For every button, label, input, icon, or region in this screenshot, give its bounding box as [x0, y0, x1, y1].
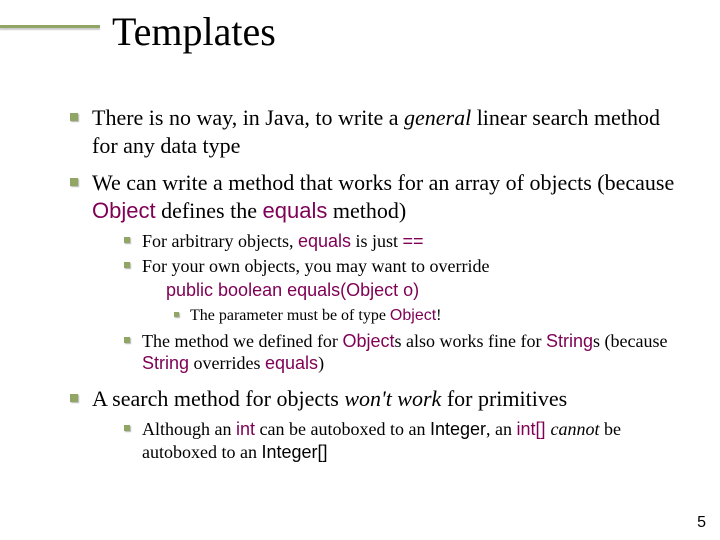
- text: overrides: [189, 353, 265, 373]
- text: There is no way, in Java, to write a: [92, 105, 404, 130]
- text: can be autoboxed to an: [255, 419, 430, 439]
- text: for primitives: [441, 386, 567, 411]
- text: is just: [351, 231, 403, 251]
- slide-body: There is no way, in Java, to write a gen…: [60, 100, 690, 473]
- code-text: ==: [403, 231, 424, 251]
- code-line: public boolean equals(Object o): [166, 279, 690, 302]
- bullet-item: A search method for objects won't work f…: [60, 385, 690, 464]
- slide: Templates There is no way, in Java, to w…: [0, 0, 720, 540]
- text: The method we defined for: [142, 331, 342, 351]
- text: We can write a method that works for an …: [92, 170, 674, 195]
- text: For your own objects, you may want to ov…: [142, 256, 489, 276]
- bullet-item: There is no way, in Java, to write a gen…: [60, 104, 690, 159]
- text: , an: [486, 419, 517, 439]
- text: The parameter must be of type: [190, 307, 390, 324]
- code-text: int: [236, 419, 255, 439]
- slide-title: Templates: [112, 8, 276, 55]
- code-text: equals: [265, 353, 318, 373]
- text: ): [318, 353, 324, 373]
- text: A search method for objects: [92, 386, 344, 411]
- bullet-item: The method we defined for Objects also w…: [118, 330, 690, 375]
- bullet-list-level2: For arbitrary objects, equals is just ==…: [118, 230, 690, 375]
- text-sans: Integer[]: [261, 442, 327, 462]
- code-text: String: [142, 353, 189, 373]
- code-text: equals: [298, 231, 351, 251]
- code-text: String: [546, 331, 593, 351]
- text: !: [436, 307, 441, 324]
- code-text: Object: [342, 331, 394, 351]
- bullet-item: For arbitrary objects, equals is just ==: [118, 230, 690, 253]
- bullet-list-level2: Although an int can be autoboxed to an I…: [118, 418, 690, 463]
- bullet-item: We can write a method that works for an …: [60, 169, 690, 375]
- text-sans: Integer: [430, 419, 486, 439]
- code-text: Object: [390, 307, 436, 324]
- text: s also works fine for: [394, 331, 545, 351]
- code-text: int[]: [517, 419, 551, 439]
- page-number: 5: [697, 514, 706, 532]
- text: For arbitrary objects,: [142, 231, 298, 251]
- code-text: equals: [263, 198, 328, 223]
- title-rule-decoration: [0, 25, 100, 28]
- text: Although an: [142, 419, 236, 439]
- bullet-item: Although an int can be autoboxed to an I…: [118, 418, 690, 463]
- text-italic: won't work: [344, 386, 441, 411]
- bullet-item: For your own objects, you may want to ov…: [118, 255, 690, 326]
- text-italic: cannot: [551, 419, 600, 439]
- bullet-list-level3: The parameter must be of type Object!: [168, 306, 690, 326]
- text: defines the: [156, 198, 263, 223]
- code-text: Object: [92, 198, 156, 223]
- bullet-list-level1: There is no way, in Java, to write a gen…: [60, 104, 690, 463]
- text: method): [327, 198, 406, 223]
- bullet-item: The parameter must be of type Object!: [168, 306, 690, 326]
- text: s (because: [593, 331, 667, 351]
- text-italic: general: [404, 105, 471, 130]
